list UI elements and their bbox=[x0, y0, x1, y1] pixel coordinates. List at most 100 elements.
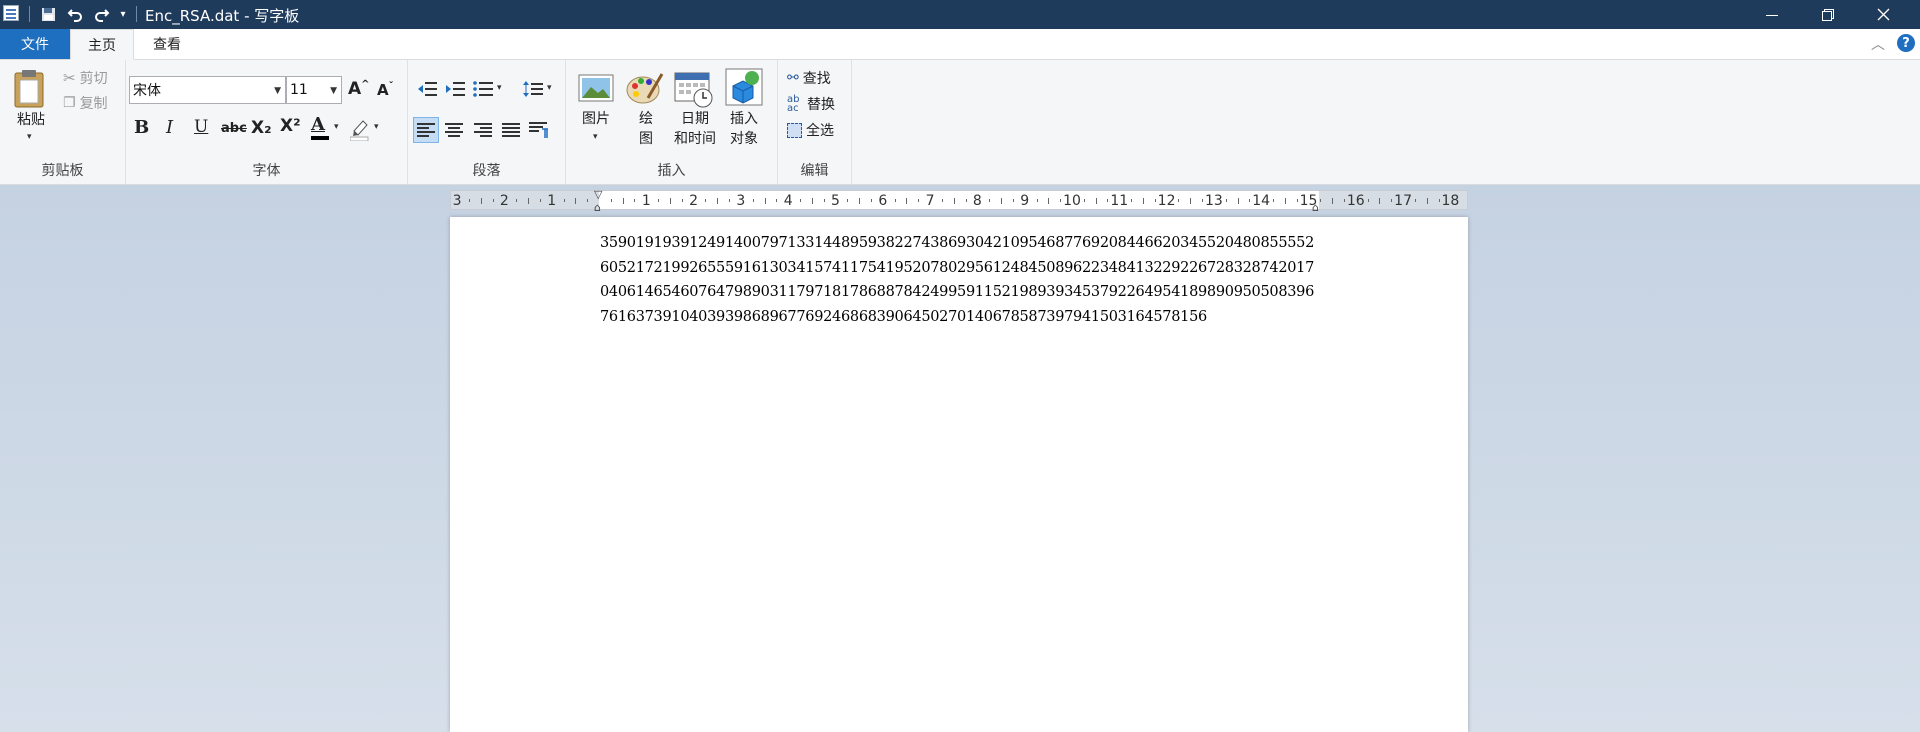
tab-home[interactable]: 主页 bbox=[70, 29, 134, 60]
subscript-button[interactable]: X₂ bbox=[251, 118, 272, 138]
ruler-tick bbox=[1225, 199, 1227, 202]
picture-icon[interactable] bbox=[578, 72, 614, 104]
document-line[interactable]: 7616373910403939868967769246868390645027… bbox=[600, 305, 1314, 330]
ruler-tick bbox=[776, 199, 778, 202]
ruler-tick bbox=[1095, 198, 1097, 204]
align-center-icon[interactable] bbox=[441, 117, 467, 143]
strikethrough-button[interactable]: abc bbox=[221, 121, 247, 136]
font-color-label: A bbox=[311, 114, 325, 135]
document-text[interactable]: 3590191939124914007971331448959382274386… bbox=[600, 231, 1314, 329]
ruler-tick bbox=[1367, 199, 1369, 202]
highlighter-icon bbox=[349, 120, 369, 142]
font-family-combo[interactable]: 宋体 ▼ bbox=[129, 76, 286, 104]
ribbon: 粘贴 ▾ ✂ 剪切 ❐ 复制 剪贴板 宋体 ▼ 11 ▼ A^ Aˇ B I U… bbox=[0, 60, 1920, 185]
font-size-value: 11 bbox=[290, 82, 308, 98]
paragraph-settings-icon[interactable] bbox=[526, 117, 552, 143]
paste-icon[interactable] bbox=[12, 68, 46, 108]
ruler-tick bbox=[811, 198, 813, 204]
ruler-tick bbox=[1083, 199, 1085, 202]
restore-icon[interactable] bbox=[1805, 0, 1851, 29]
insert-object-label-2[interactable]: 对象 bbox=[722, 129, 766, 149]
binoculars-icon: ⚯ bbox=[787, 70, 799, 86]
minimize-icon[interactable] bbox=[1749, 0, 1795, 29]
left-indent-marker[interactable]: ⌂ bbox=[594, 201, 601, 214]
justify-icon[interactable] bbox=[498, 117, 524, 143]
document-page[interactable]: 3590191939124914007971331448959382274386… bbox=[450, 217, 1468, 732]
paste-dropdown-icon[interactable]: ▾ bbox=[27, 132, 32, 142]
ruler-tick bbox=[1426, 198, 1428, 204]
save-icon[interactable] bbox=[37, 4, 59, 24]
ruler-tick bbox=[1012, 199, 1014, 202]
paint-button-label-1[interactable]: 绘 bbox=[624, 109, 668, 129]
ruler-tick bbox=[539, 199, 541, 202]
line-spacing-icon[interactable] bbox=[520, 76, 546, 102]
align-left-icon[interactable] bbox=[413, 117, 439, 143]
redo-icon[interactable] bbox=[91, 4, 113, 24]
find-button[interactable]: ⚯ 查找 bbox=[787, 68, 831, 88]
replace-button[interactable]: ab ac 替换 bbox=[787, 94, 835, 114]
picture-button[interactable]: 图片 bbox=[574, 109, 618, 129]
ruler-tick bbox=[1273, 199, 1275, 202]
right-indent-marker[interactable]: ⌂ bbox=[1312, 201, 1319, 214]
ruler-tick bbox=[1379, 198, 1381, 204]
font-color-button[interactable]: A bbox=[311, 115, 333, 141]
ruler-tick bbox=[610, 199, 612, 202]
chevron-down-icon[interactable]: ▾ bbox=[547, 83, 552, 93]
chevron-down-icon[interactable]: ▾ bbox=[374, 122, 379, 132]
font-family-value: 宋体 bbox=[133, 83, 161, 99]
ruler-tick bbox=[528, 198, 530, 204]
document-line[interactable]: 6052172199265559161303415741175419520780… bbox=[600, 256, 1314, 281]
highlight-color-button[interactable] bbox=[349, 117, 372, 142]
document-line[interactable]: 0406146546076479890311797181786887842499… bbox=[600, 280, 1314, 305]
copy-label: 复制 bbox=[79, 96, 108, 112]
superscript-button[interactable]: X² bbox=[280, 116, 301, 136]
chevron-down-icon[interactable]: ▾ bbox=[334, 122, 339, 132]
ruler-tick bbox=[1142, 198, 1144, 204]
tab-file[interactable]: 文件 bbox=[0, 29, 70, 59]
ruler-tick bbox=[563, 199, 565, 202]
grow-font-icon[interactable]: A^ bbox=[348, 79, 370, 99]
tab-view[interactable]: 查看 bbox=[136, 29, 198, 59]
ruler-label: 18 bbox=[1441, 193, 1460, 209]
bold-button[interactable]: B bbox=[134, 117, 149, 138]
ruler-tick bbox=[1343, 199, 1345, 202]
font-group: 宋体 ▼ 11 ▼ A^ Aˇ B I U abc X₂ X² A ▾ ▾ 字体 bbox=[126, 60, 408, 184]
help-icon[interactable]: ? bbox=[1897, 34, 1915, 52]
ruler-tick bbox=[918, 199, 920, 202]
document-line[interactable]: 3590191939124914007971331448959382274386… bbox=[600, 231, 1314, 256]
datetime-button-label-1[interactable]: 日期 bbox=[669, 109, 721, 129]
ruler-label: 13 bbox=[1204, 193, 1223, 209]
italic-button[interactable]: I bbox=[166, 117, 173, 138]
ruler-tick bbox=[622, 198, 624, 204]
calendar-clock-icon[interactable] bbox=[674, 70, 714, 108]
chevron-down-icon[interactable]: ▾ bbox=[497, 83, 502, 93]
paste-button[interactable]: 粘贴 bbox=[8, 110, 54, 130]
ruler-label: 12 bbox=[1157, 193, 1176, 209]
increase-indent-icon[interactable] bbox=[442, 76, 468, 102]
customize-dropdown-icon[interactable]: ▾ bbox=[116, 4, 130, 24]
wordpad-app-icon[interactable] bbox=[3, 5, 19, 21]
first-line-indent-marker[interactable]: ▽ bbox=[594, 188, 602, 201]
ruler-tick bbox=[1320, 199, 1322, 202]
align-right-icon[interactable] bbox=[470, 117, 496, 143]
select-all-button[interactable]: 全选 bbox=[787, 120, 834, 140]
font-group-label: 字体 bbox=[252, 163, 281, 179]
chevron-down-icon[interactable]: ▼ bbox=[330, 86, 337, 96]
paragraph-group-label: 段落 bbox=[472, 163, 501, 179]
paint-palette-icon[interactable] bbox=[626, 70, 664, 106]
collapse-ribbon-icon[interactable]: ︿ bbox=[1871, 34, 1885, 54]
bullet-list-icon[interactable] bbox=[470, 76, 496, 102]
chevron-down-icon[interactable]: ▾ bbox=[593, 132, 598, 142]
close-icon[interactable] bbox=[1860, 0, 1906, 29]
paint-button-label-2[interactable]: 图 bbox=[624, 129, 668, 149]
font-size-combo[interactable]: 11 ▼ bbox=[286, 76, 342, 104]
chevron-down-icon[interactable]: ▼ bbox=[274, 86, 281, 96]
insert-object-label-1[interactable]: 插入 bbox=[722, 109, 766, 129]
decrease-indent-icon[interactable] bbox=[414, 76, 440, 102]
shrink-font-icon[interactable]: Aˇ bbox=[377, 81, 394, 99]
cut-button: ✂ 剪切 bbox=[63, 68, 108, 88]
insert-object-icon[interactable] bbox=[725, 68, 763, 106]
undo-icon[interactable] bbox=[64, 4, 86, 24]
datetime-button-label-2[interactable]: 和时间 bbox=[669, 129, 721, 149]
underline-button[interactable]: U bbox=[194, 117, 208, 137]
